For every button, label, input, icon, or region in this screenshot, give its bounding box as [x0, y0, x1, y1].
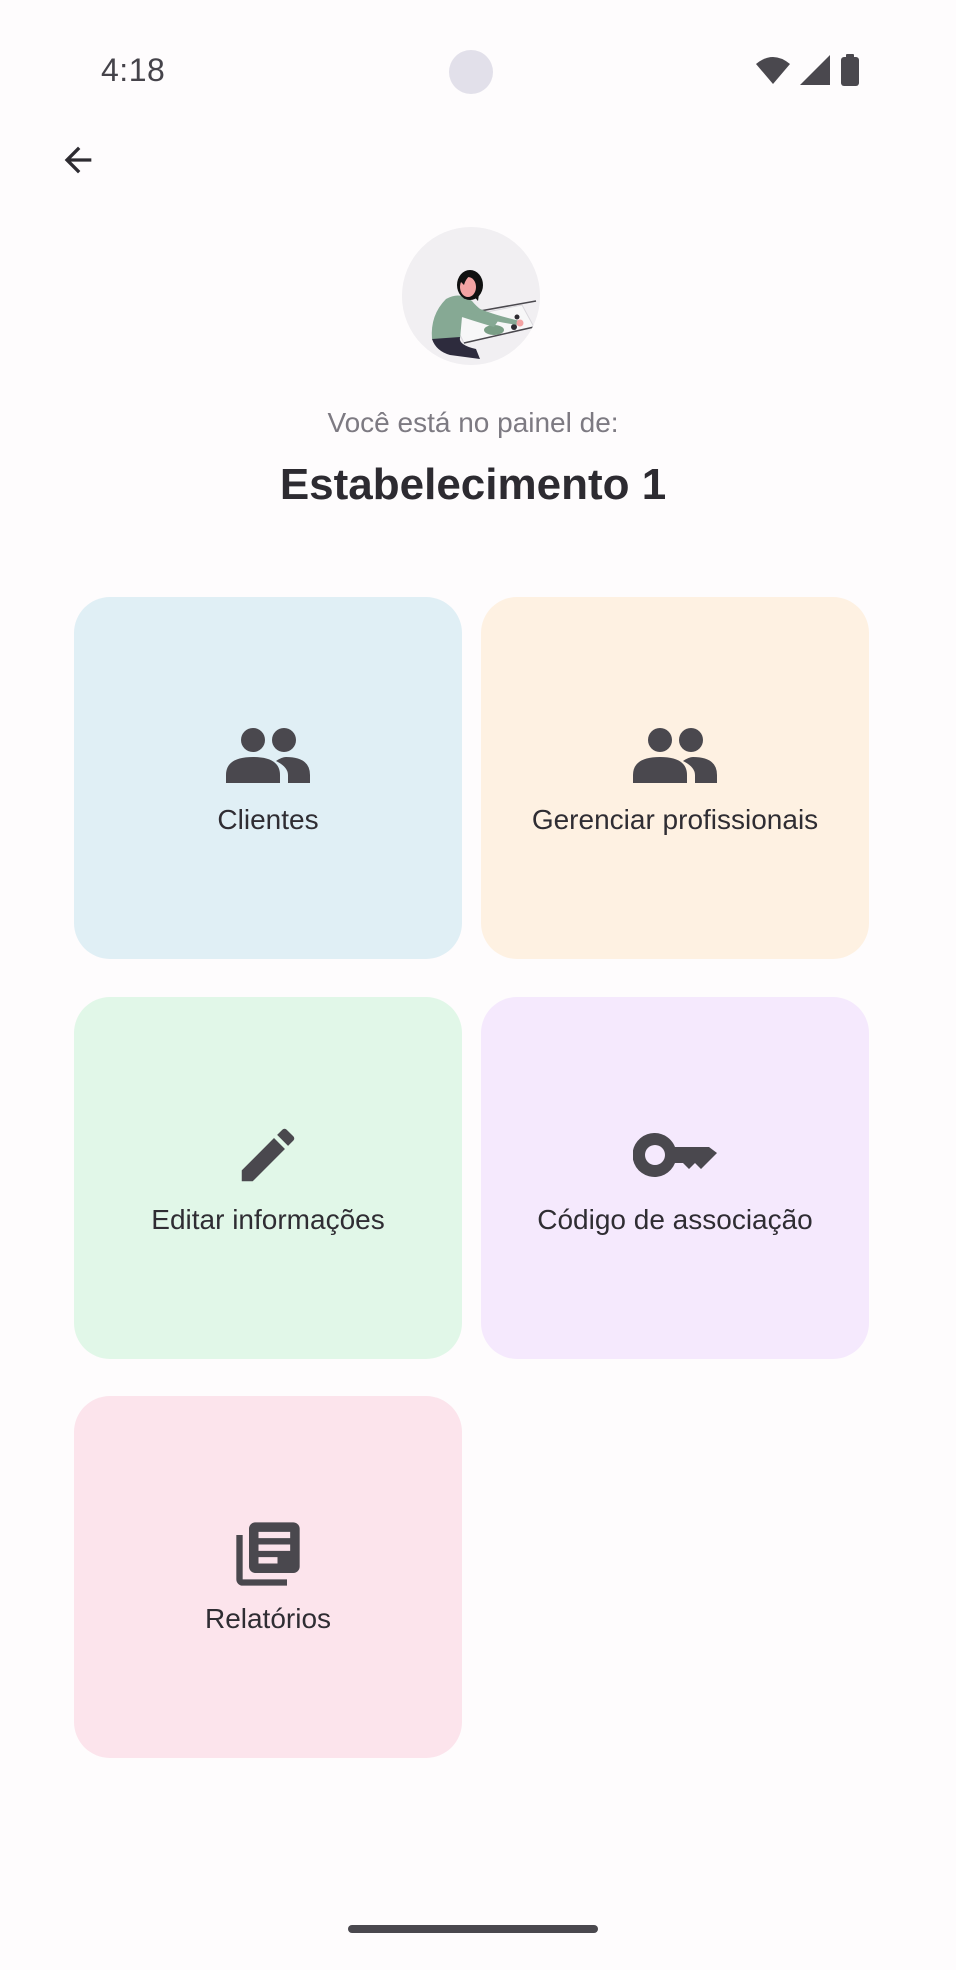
card-label: Código de associação [537, 1204, 813, 1235]
page-title: Estabelecimento 1 [279, 460, 667, 509]
status-icons [756, 54, 860, 86]
status-bar: 4:18 [0, 0, 956, 140]
gerenciar-profissionais-card[interactable]: Gerenciar profissionais [481, 597, 869, 959]
key-icon [633, 1120, 717, 1190]
panel-subtitle: Você está no painel de: [327, 407, 619, 438]
front-camera [449, 50, 493, 94]
home-indicator[interactable] [348, 1925, 598, 1933]
cellular-signal-icon [800, 55, 830, 85]
status-time: 4:18 [101, 52, 166, 88]
codigo-associacao-card[interactable]: Código de associação [481, 997, 869, 1359]
wifi-icon [756, 57, 790, 84]
back-button[interactable] [48, 130, 108, 190]
editar-informacoes-card[interactable]: Editar informações [74, 997, 462, 1359]
pencil-icon [233, 1120, 303, 1190]
clientes-card[interactable]: Clientes [74, 597, 462, 959]
arrow-left-icon [64, 146, 92, 174]
card-label: Editar informações [151, 1204, 385, 1235]
card-label: Gerenciar profissionais [531, 804, 819, 835]
screen: 4:18 Você está no painel de: Estabelecim… [0, 0, 956, 1970]
library-books-icon [230, 1519, 306, 1589]
avatar [402, 227, 540, 365]
relatorios-card[interactable]: Relatórios [74, 1396, 462, 1758]
people-icon [633, 720, 717, 790]
battery-icon [841, 54, 859, 86]
person-at-desk-illustration [402, 227, 540, 365]
people-icon [226, 720, 310, 790]
card-label: Clientes [217, 804, 319, 835]
card-label: Relatórios [204, 1603, 332, 1634]
